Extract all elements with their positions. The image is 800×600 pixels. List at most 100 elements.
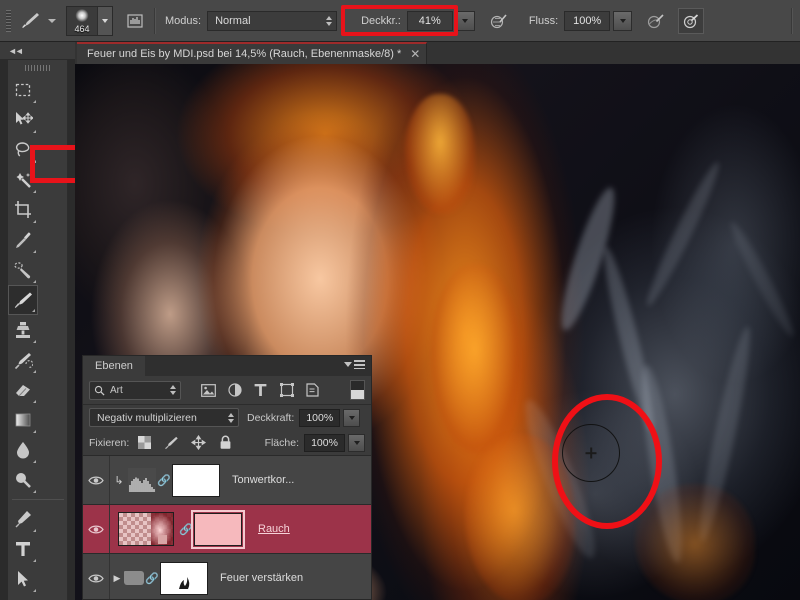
lock-position-icon[interactable] [191,435,207,450]
tool-move[interactable] [8,105,38,135]
tab-ebenen[interactable]: Ebenen [83,356,145,376]
pressure-controls-opacity-button[interactable] [487,9,511,33]
tool-type[interactable] [8,534,38,564]
tool-eraser[interactable] [8,375,38,405]
layer-blend-mode-select[interactable]: Negativ multiplizieren [89,408,239,427]
layer-visibility-toggle[interactable] [83,554,110,599]
mask-content-icon [179,576,190,589]
tool-eyedropper[interactable] [8,225,38,255]
layer-fill-input[interactable]: 100% [304,433,345,452]
table-row[interactable]: ▶ 🔗 Feuer verstärken [83,554,371,599]
tool-pen[interactable] [8,504,38,534]
tool-preset-chevron-down-icon[interactable] [48,18,56,23]
layer-name: Tonwertkor... [232,474,295,486]
layer-opacity-chevron-down-icon[interactable] [343,408,361,427]
layer-mask-thumbnail[interactable] [191,509,245,549]
panel-menu-icon[interactable] [344,360,365,369]
tool-submenu-corner-icon [33,220,36,223]
smoothing-icon [684,13,699,28]
link-icon[interactable]: 🔗 [156,474,172,487]
collapse-double-arrow-icon[interactable]: ◄◄ [8,46,24,56]
airbrush-button[interactable] [644,9,668,33]
toolbar-collapse-bar[interactable]: ◄◄ [0,42,75,60]
document-tab[interactable]: Feuer und Eis by MDI.psd bei 14,5% (Rauc… [77,42,428,64]
blend-mode-select[interactable]: Normal [207,10,338,31]
tool-rectangular-marquee[interactable] [8,75,38,105]
layer-fill-chevron-down-icon[interactable] [348,433,365,452]
opacity-chevron-down-icon[interactable] [455,10,475,31]
tool-shape[interactable] [8,594,38,600]
link-icon[interactable]: 🔗 [178,523,194,536]
layer-mask-thumbnail[interactable] [160,561,208,595]
folder-icon [124,571,144,585]
tool-submenu-corner-icon [33,370,36,373]
filter-smart-object-icon[interactable] [305,383,320,398]
blend-mode-row: Negativ multiplizieren Deckkraft: 100% [83,405,371,430]
filter-kind-select[interactable]: Art [89,380,181,400]
layers-panel-tabstrip: Ebenen [83,356,371,376]
tool-healing-brush[interactable] [8,255,38,285]
layer-fill-value: 100% [311,436,338,449]
clipping-mask-arrow-icon: ↳ [114,474,124,487]
tool-submenu-corner-icon [33,190,36,193]
filter-adjustment-layers-icon[interactable] [227,383,242,398]
lock-all-icon[interactable] [218,435,233,450]
layer-visibility-toggle[interactable] [83,505,110,553]
smoke-wisp [725,218,799,340]
flow-label: Fluss: [528,14,559,27]
link-icon[interactable]: 🔗 [144,572,160,585]
lock-transparent-pixels-icon[interactable] [137,435,152,450]
tools-panel-grip[interactable] [24,65,51,71]
layer-name: Rauch [258,523,290,535]
smoothing-options-button[interactable] [678,7,705,34]
close-icon[interactable]: ✕ [410,48,420,60]
opacity-input[interactable]: 41% [406,10,453,31]
tool-blur[interactable] [8,435,38,465]
filter-type-layers-icon[interactable] [253,383,268,398]
opacity-value: 41% [418,14,441,27]
layer-opacity-input[interactable]: 100% [299,408,341,427]
options-divider-1 [154,7,156,34]
opacity-label: Deckkr.: [361,14,401,27]
tool-brush[interactable] [8,285,38,315]
tool-history-brush[interactable] [8,345,38,375]
flow-input[interactable]: 100% [564,10,611,31]
filter-pixel-layers-icon[interactable] [201,383,216,398]
tool-clone-stamp[interactable] [8,315,38,345]
tool-path-selection[interactable] [8,564,38,594]
layer-thumbnail[interactable] [128,468,156,492]
tool-magic-wand[interactable] [8,165,38,195]
brush-preset-picker[interactable]: 464 [66,5,113,36]
tool-submenu-corner-icon [33,250,36,253]
clone-stamp-icon [16,322,30,338]
tool-gradient[interactable] [8,405,38,435]
tool-submenu-corner-icon [33,160,36,163]
layer-name: Feuer verstärken [220,572,304,584]
layer-mask-thumbnail[interactable] [172,463,220,497]
filter-kind-value: Art [110,384,123,396]
lock-label: Fixieren: [89,436,130,449]
tool-dodge[interactable] [8,465,38,495]
table-row[interactable]: ↳ 🔗 Tonwertkor... [83,456,371,505]
table-row[interactable]: 🔗 Rauch [83,505,371,554]
tool-lasso[interactable] [8,135,38,165]
layer-blend-mode-stepper-icon [228,412,234,423]
filter-enable-toggle[interactable] [350,380,365,400]
layers-filter-row: Art [83,376,371,405]
lock-image-pixels-icon[interactable] [164,435,179,450]
brush-preset-chevron-down-icon[interactable] [97,6,112,35]
layer-thumbnail[interactable] [118,512,174,546]
tool-crop[interactable] [8,195,38,225]
filter-shape-layers-icon[interactable] [279,383,294,398]
flow-chevron-down-icon[interactable] [613,10,633,31]
brush-panel-icon [127,13,143,28]
layer-visibility-toggle[interactable] [83,456,110,504]
options-bar-grip[interactable] [6,9,11,32]
eraser-icon [16,385,30,397]
current-tool-preview[interactable] [17,8,43,34]
disclosure-triangle-icon[interactable]: ▶ [110,573,124,584]
history-brush-icon [14,353,33,370]
tool-submenu-corner-icon [33,280,36,283]
brush-icon [22,12,39,28]
toggle-brush-panel-button[interactable] [123,9,147,33]
